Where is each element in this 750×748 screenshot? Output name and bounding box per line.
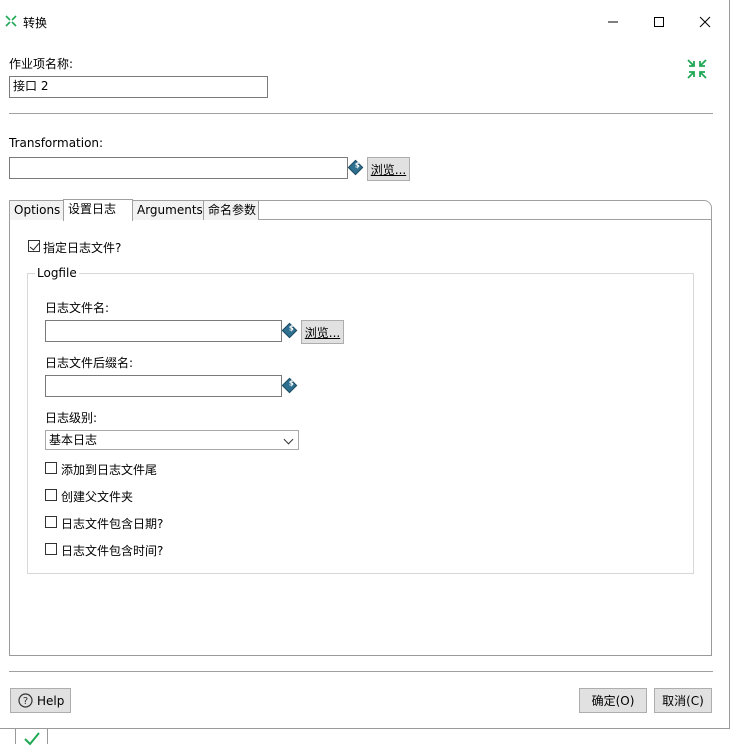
separator-bottom [9, 671, 713, 672]
transformation-input[interactable] [9, 157, 348, 179]
log-filename-input[interactable] [45, 320, 282, 342]
include-date-checkbox[interactable] [45, 516, 57, 528]
tab-arguments[interactable]: Arguments [132, 200, 204, 220]
transformation-browse-button[interactable]: 浏览... [367, 157, 410, 181]
tab-label: 命名参数 [208, 203, 257, 217]
svg-text:?: ? [23, 696, 28, 707]
chevron-down-icon [283, 434, 294, 445]
tab-named-parameters[interactable]: 命名参数 [203, 200, 259, 220]
transformation-icon [687, 59, 707, 79]
tab-label: 设置日志 [68, 202, 117, 216]
minimize-button[interactable] [590, 8, 636, 36]
app-icon [5, 15, 17, 27]
help-button-label: Help [37, 693, 65, 708]
log-filename-label: 日志文件名: [45, 301, 110, 315]
help-icon: ? [18, 693, 33, 708]
log-filename-browse-button[interactable]: 浏览... [301, 320, 344, 344]
browse-button-label: 浏览... [304, 325, 341, 340]
variable-icon[interactable] [347, 159, 364, 176]
separator-top [9, 113, 713, 114]
create-parent-folder-label: 创建父文件夹 [61, 490, 134, 504]
append-logfile-checkbox[interactable] [45, 462, 57, 474]
log-level-value: 基本日志 [49, 433, 98, 447]
create-parent-folder-checkbox[interactable] [45, 489, 57, 501]
append-logfile-label: 添加到日志文件尾 [61, 463, 158, 477]
include-time-label: 日志文件包含时间? [61, 544, 164, 558]
logfile-group-title: Logfile [35, 266, 79, 280]
tab-log-settings[interactable]: 设置日志 [63, 199, 133, 221]
ok-button-label: 确定(O) [591, 694, 635, 708]
include-date-label: 日志文件包含日期? [61, 517, 164, 531]
minimize-icon [608, 21, 618, 23]
transformation-label: Transformation: [9, 136, 104, 150]
log-level-label: 日志级别: [45, 411, 98, 425]
background-widget [15, 728, 48, 746]
maximize-button[interactable] [636, 8, 682, 36]
maximize-icon [654, 17, 664, 27]
checkmark-icon [24, 732, 40, 746]
tab-strip-filler [259, 200, 712, 220]
job-name-label: 作业项名称: [9, 57, 74, 71]
log-suffix-label: 日志文件后缀名: [45, 356, 134, 370]
specify-logfile-checkbox[interactable] [28, 240, 40, 252]
tab-label: Arguments [137, 203, 203, 217]
close-button[interactable] [682, 8, 728, 36]
log-level-select[interactable]: 基本日志 [45, 430, 299, 450]
title-bar[interactable]: 转换 [0, 0, 729, 44]
log-suffix-input[interactable] [45, 375, 282, 397]
help-button[interactable]: ? Help [10, 688, 71, 713]
include-time-checkbox[interactable] [45, 543, 57, 555]
window-title: 转换 [23, 16, 48, 30]
job-name-input[interactable]: 接口 2 [9, 76, 268, 98]
cancel-button-label: 取消(C) [662, 694, 704, 708]
specify-logfile-label: 指定日志文件? [43, 241, 122, 255]
dialog-window: 转换 作业项名称: 接口 2 Transformation: 浏览... Opt… [0, 0, 730, 729]
cancel-button[interactable]: 取消(C) [654, 688, 712, 713]
browse-button-label: 浏览... [370, 162, 407, 177]
close-icon [699, 16, 711, 28]
tab-label: Options [14, 203, 61, 217]
tab-options[interactable]: Options [9, 200, 64, 220]
ok-button[interactable]: 确定(O) [579, 688, 647, 713]
